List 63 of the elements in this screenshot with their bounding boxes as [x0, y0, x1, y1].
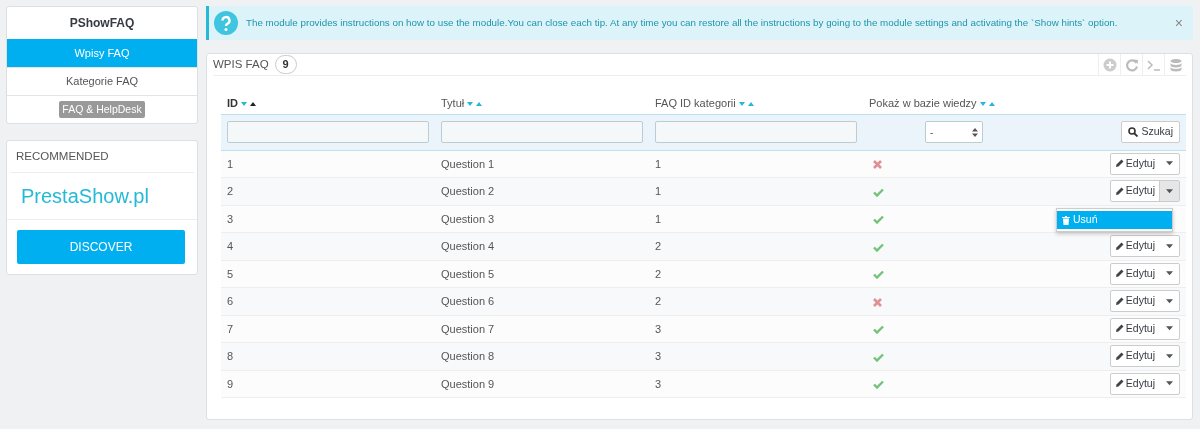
table-cell: Question 4: [441, 240, 495, 252]
table-cell: 1: [655, 185, 662, 197]
column-header[interactable]: Pokaż w bazie wiedzy: [869, 96, 977, 109]
table-cell: Question 5: [441, 267, 495, 280]
pencil-icon: [1114, 269, 1124, 279]
trash-icon: [1062, 215, 1070, 225]
filter-field[interactable]: [227, 121, 429, 143]
caret-icon: [1166, 161, 1173, 167]
table-cell: 1: [227, 157, 234, 170]
table-cell: 1: [655, 157, 662, 170]
pencil-icon: [1114, 186, 1124, 196]
alert-message: The module provides instructions on how to use the module.You can close each tip. At any time you can restore all the instructions by going to the module settings and activating the `Show hints` option.: [246, 15, 1119, 30]
pencil-icon: [1114, 351, 1124, 361]
caret-icon: [1166, 188, 1173, 194]
table-cell: 9: [227, 377, 234, 390]
table-cell: 7: [227, 322, 234, 335]
pencil-icon: [1114, 324, 1124, 334]
table-cell: 6: [227, 295, 234, 307]
table-cell: Question 7: [441, 322, 495, 335]
column-header[interactable]: Tytuł: [441, 96, 465, 109]
sidebar-item[interactable]: Kategorie FAQ: [7, 67, 197, 95]
table-cell: 3: [655, 350, 662, 362]
pencil-icon: [1114, 159, 1124, 169]
caret-icon: [1166, 381, 1173, 387]
caret-icon: [1166, 326, 1173, 332]
caret-icon: [1166, 298, 1173, 304]
table-cell: 2: [227, 185, 234, 197]
column-header[interactable]: FAQ ID kategorii: [655, 96, 736, 109]
help-icon: [214, 11, 238, 35]
table-cell: 2: [655, 240, 662, 252]
sidebar-title: PShowFAQ: [68, 15, 136, 32]
table-cell: 3: [655, 322, 662, 335]
section-heading: RECOMMENDED: [10, 141, 194, 174]
caret-icon: [1166, 243, 1173, 249]
table-cell: 3: [655, 377, 662, 390]
table-cell: 2: [655, 267, 662, 280]
table-cell: Question 1: [441, 157, 495, 170]
pencil-icon: [1114, 379, 1124, 389]
table-cell: Question 8: [441, 350, 495, 362]
search-icon: [1128, 127, 1139, 137]
tag-label: FAQ & HelpDesk: [59, 100, 145, 119]
table-cell: 1: [655, 212, 662, 225]
caret-button[interactable]: [1159, 181, 1179, 202]
panel-title: WPIS FAQ: [213, 56, 269, 72]
updown-icon: [972, 127, 978, 137]
table-cell: Question 3: [441, 212, 495, 225]
pencil-icon: [1114, 241, 1124, 251]
filter-field[interactable]: [441, 121, 643, 143]
pencil-icon: [1114, 296, 1124, 306]
table-cell: 5: [227, 267, 234, 280]
table-cell: 8: [227, 350, 234, 362]
table-cell: 3: [227, 212, 234, 225]
caret-icon: [1166, 353, 1173, 359]
table-cell: Question 9: [441, 377, 495, 390]
table-cell: 2: [655, 295, 662, 307]
table-cell: Question 6: [441, 295, 495, 307]
search-button[interactable]: Szukaj: [1121, 121, 1180, 143]
filter-select[interactable]: -: [925, 121, 983, 143]
column-header[interactable]: ID: [227, 96, 238, 109]
table-cell: 4: [227, 240, 234, 252]
filter-field[interactable]: [655, 121, 857, 143]
caret-icon: [1166, 271, 1173, 277]
table-cell: Question 2: [441, 185, 495, 197]
